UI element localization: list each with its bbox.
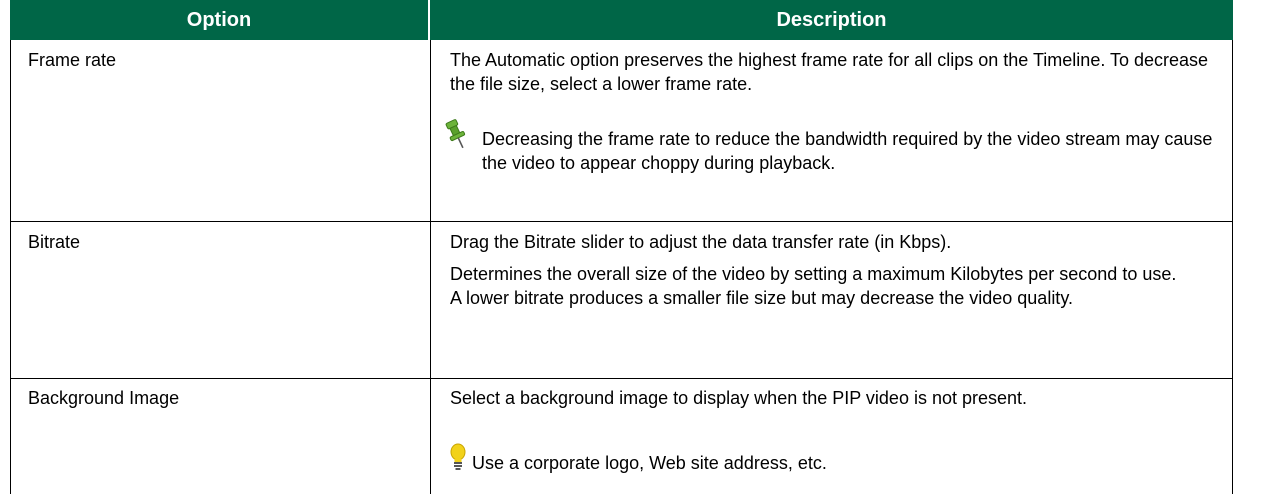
- description-paragraph: Select a background image to display whe…: [450, 388, 1028, 408]
- header-description: Description: [430, 0, 1233, 40]
- header-option: Option: [10, 0, 428, 40]
- description-paragraph: Drag the Bitrate slider to adjust the da…: [450, 232, 952, 252]
- table-row-description: The Automatic option preserves the highe…: [450, 48, 1220, 96]
- column-divider: [430, 40, 431, 494]
- right-border: [1232, 40, 1233, 494]
- table-row-option: Frame rate: [28, 50, 117, 70]
- description-paragraph: Determines the overall size of the video…: [450, 264, 1177, 308]
- table-row-description: Select a background image to display whe…: [450, 386, 1140, 410]
- row-divider-2: [10, 378, 1233, 379]
- pushpin-icon: [442, 118, 472, 155]
- note-text: Decreasing the frame rate to reduce the …: [482, 129, 1213, 173]
- lightbulb-icon: [450, 443, 466, 476]
- left-border: [10, 40, 11, 494]
- row-divider-1: [10, 221, 1233, 222]
- table-row-option: Bitrate: [28, 232, 81, 252]
- table-row-option: Background Image: [28, 388, 180, 408]
- table-row-description: Drag the Bitrate slider to adjust the da…: [450, 230, 1220, 310]
- description-paragraph: The Automatic option preserves the highe…: [450, 50, 1209, 94]
- note-text: Use a corporate logo, Web site address, …: [472, 453, 827, 473]
